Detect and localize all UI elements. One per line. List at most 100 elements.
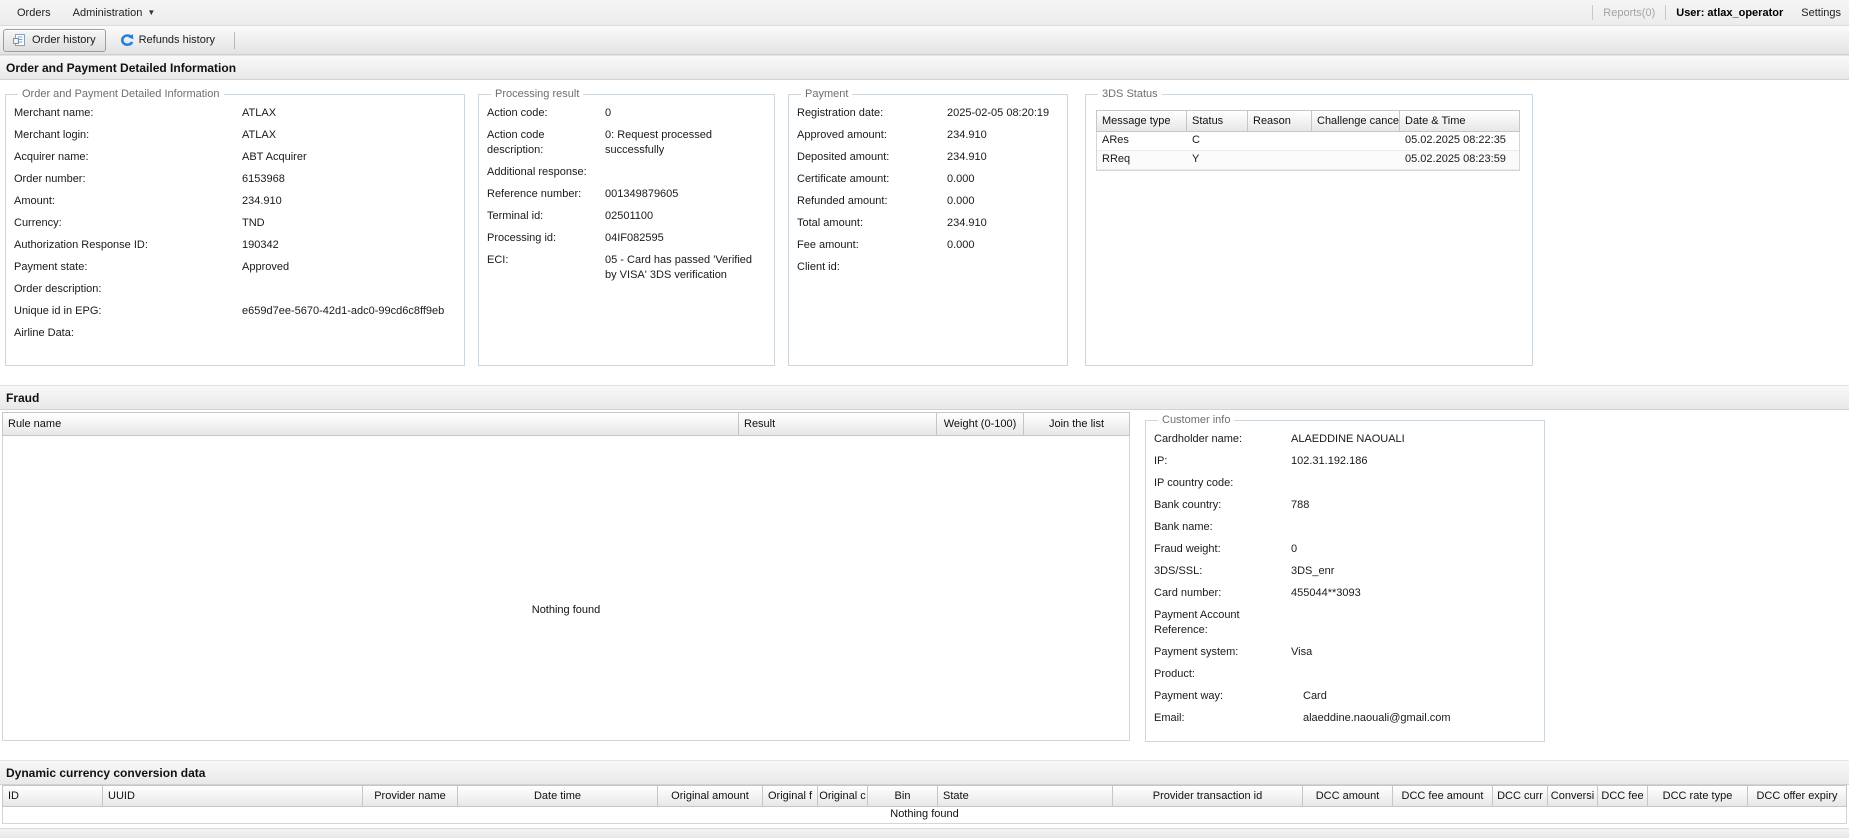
field-value [1291,476,1534,491]
column-header-message-type[interactable]: Message type [1097,111,1187,131]
menu-administration[interactable]: Administration ▼ [62,0,167,26]
column-header-original-currency[interactable]: Original c [818,786,868,806]
column-header-dcc-rate-type[interactable]: DCC rate type [1648,786,1748,806]
field-label: Bank name: [1154,520,1291,535]
field-value: ALAEDDINE NAOUALI [1291,432,1534,447]
field-row: Client id: [797,260,1057,275]
field-row: Card number:455044**3093 [1154,586,1534,601]
field-row: Payment system:Visa [1154,645,1534,660]
field-label: Certificate amount: [797,172,947,187]
column-header-result[interactable]: Result [739,413,937,435]
customer-info-legend: Customer info [1158,414,1234,426]
field-label: Currency: [14,216,242,231]
dcc-empty-text: Nothing found [3,808,1846,820]
column-header-bin[interactable]: Bin [868,786,938,806]
field-value: 234.910 [947,150,1057,165]
column-header-dcc-amount[interactable]: DCC amount [1303,786,1393,806]
column-header-state[interactable]: State [938,786,1113,806]
field-row: Processing id:04IF082595 [487,231,764,246]
order-history-icon [13,33,27,47]
field-label: IP: [1154,454,1291,469]
column-header-id[interactable]: ID [3,786,103,806]
column-header-uuid[interactable]: UUID [103,786,363,806]
field-value: 3DS_enr [1291,564,1534,579]
field-value: ATLAX [242,106,454,121]
field-row: Currency:TND [14,216,454,231]
field-value: Visa [1291,645,1534,660]
field-value: 0.000 [947,172,1057,187]
field-row: ECI:05 - Card has passed 'Verified by VI… [487,253,764,283]
field-row: Additional response: [487,165,764,180]
column-header-weight[interactable]: Weight (0-100) [937,413,1024,435]
column-header-provider-transaction-id[interactable]: Provider transaction id [1113,786,1303,806]
top-menubar: Orders Administration ▼ Reports(0) User:… [0,0,1849,26]
column-header-conversion[interactable]: Conversi [1548,786,1598,806]
column-header-original-amount[interactable]: Original amount [658,786,763,806]
fraud-table: Rule name Result Weight (0-100) Join the… [2,412,1130,741]
column-header-date-time[interactable]: Date time [458,786,658,806]
field-row: Unique id in EPG:e659d7ee-5670-42d1-adc0… [14,304,454,319]
field-row: Order number:6153968 [14,172,454,187]
menubar-separator [1665,5,1666,20]
tab-order-history[interactable]: Order history [3,29,106,52]
dcc-table-header: ID UUID Provider name Date time Original… [2,785,1847,807]
processing-result-legend: Processing result [491,88,583,100]
field-label: Fee amount: [797,238,947,253]
field-label: Terminal id: [487,209,605,224]
order-info-fieldset: Order and Payment Detailed Information M… [5,88,465,366]
column-header-dcc-fee-amount[interactable]: DCC fee amount [1393,786,1493,806]
column-header-reason[interactable]: Reason [1248,111,1312,131]
menu-orders[interactable]: Orders [6,0,62,26]
field-row: Reference number:001349879605 [487,187,764,202]
field-value: 0.000 [947,194,1057,209]
tab-order-history-label: Order history [32,34,96,46]
field-value: 190342 [242,238,454,253]
field-label: Merchant name: [14,106,242,121]
field-value [1291,667,1534,682]
column-header-join-the-list[interactable]: Join the list [1024,413,1129,435]
fraud-table-header: Rule name Result Weight (0-100) Join the… [2,412,1130,436]
field-value: 788 [1291,498,1534,513]
field-label: Payment way: [1154,689,1291,704]
field-row: Product: [1154,667,1534,682]
field-label: Refunded amount: [797,194,947,209]
field-value: 04IF082595 [605,231,764,246]
field-value: 0 [1291,542,1534,557]
menu-settings[interactable]: Settings [1801,7,1843,19]
field-label: Payment state: [14,260,242,275]
field-row: Payment Account Reference: [1154,608,1534,638]
field-value: 234.910 [242,194,454,209]
field-label: Fraud weight: [1154,542,1291,557]
field-label: Acquirer name: [14,150,242,165]
field-value [1291,608,1534,638]
column-header-status[interactable]: Status [1187,111,1248,131]
menubar-separator [1592,5,1593,20]
field-label: Product: [1154,667,1291,682]
table-row[interactable]: ARes C 05.02.2025 08:22:35 [1097,132,1519,151]
column-header-challenge-cancel[interactable]: Challenge cancel [1312,111,1400,131]
column-header-dcc-currency[interactable]: DCC curr [1493,786,1548,806]
column-header-original-fee[interactable]: Original f [763,786,818,806]
column-header-dcc-offer-expiry[interactable]: DCC offer expiry [1748,786,1846,806]
3ds-status-legend: 3DS Status [1098,88,1162,100]
field-label: Payment system: [1154,645,1291,660]
field-label: Airline Data: [14,326,242,341]
field-row: Merchant name:ATLAX [14,106,454,121]
table-row[interactable]: RReq Y 05.02.2025 08:23:59 [1097,151,1519,170]
field-label: Action code: [487,106,605,121]
cell-challenge-cancel [1312,151,1400,169]
3ds-status-table: Message type Status Reason Challenge can… [1096,110,1520,171]
field-value: 0: Request processed successfully [605,128,764,158]
column-header-provider-name[interactable]: Provider name [363,786,458,806]
payment-fieldset: Payment Registration date:2025-02-05 08:… [788,88,1068,366]
cell-date-time: 05.02.2025 08:22:35 [1400,132,1519,150]
field-row: IP country code: [1154,476,1534,491]
cell-status: Y [1187,151,1248,169]
menu-reports[interactable]: Reports(0) [1603,7,1655,19]
field-value: 6153968 [242,172,454,187]
cell-message-type: ARes [1097,132,1187,150]
tab-refunds-history[interactable]: Refunds history [109,29,225,52]
column-header-rule-name[interactable]: Rule name [3,413,739,435]
column-header-date-time[interactable]: Date & Time [1400,111,1519,131]
column-header-dcc-fee[interactable]: DCC fee [1598,786,1648,806]
